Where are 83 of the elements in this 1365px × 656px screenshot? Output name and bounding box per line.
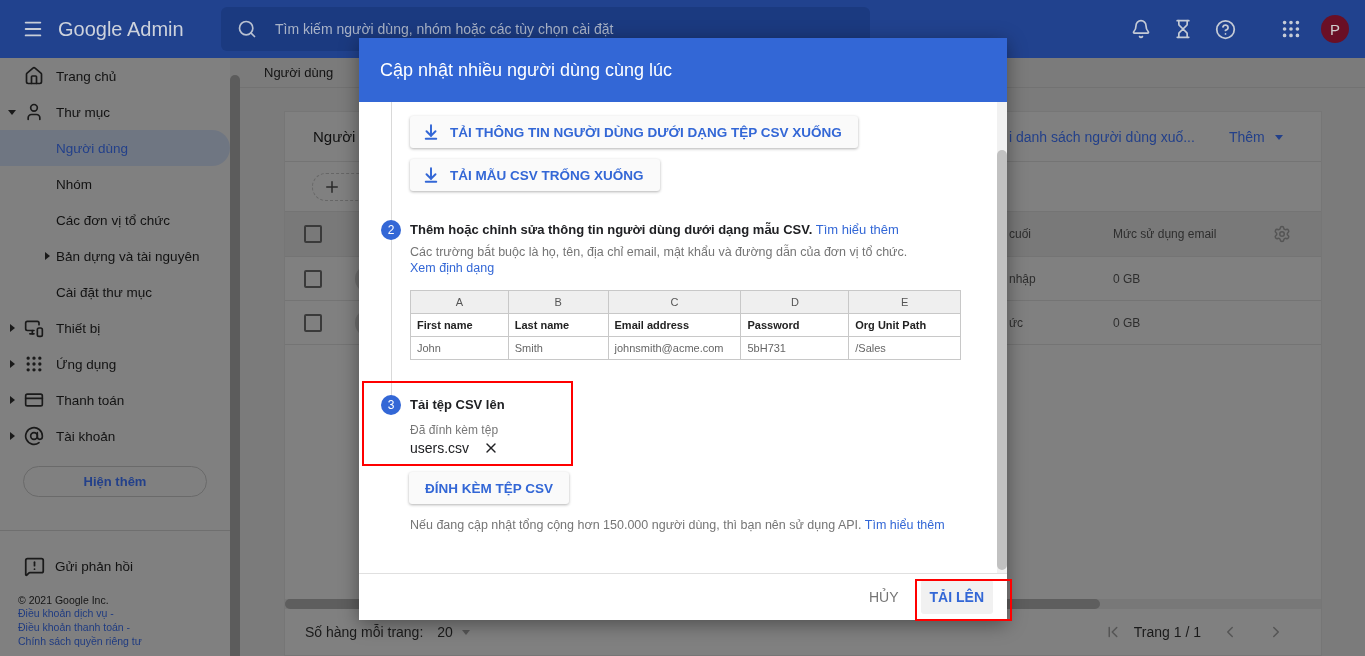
settings-icon[interactable] xyxy=(1273,225,1291,243)
step-number: 2 xyxy=(381,220,401,240)
scrollbar-thumb[interactable] xyxy=(997,150,1007,570)
table-cell: Smith xyxy=(508,336,608,360)
table-cell-text: nhập xyxy=(1009,271,1037,286)
column-letter: E xyxy=(848,290,961,314)
column-letter: B xyxy=(508,290,608,314)
nav-item[interactable]: Cài đặt thư mục xyxy=(0,274,230,310)
table-cell: 5bH731 xyxy=(740,336,849,360)
table-cell-text: 0 GB xyxy=(1113,271,1142,286)
attach-button[interactable]: ĐÍNH KÈM TỆP CSV xyxy=(409,472,570,504)
download-list-link[interactable]: i danh sách người dùng xuố... xyxy=(1009,128,1195,145)
nav-item[interactable]: Nhóm xyxy=(0,166,230,202)
table-cell: johnsmith@acme.com xyxy=(608,336,741,360)
person-icon xyxy=(24,102,44,122)
step-number: 3 xyxy=(381,395,401,415)
nav-item[interactable]: Tài khoản xyxy=(0,418,230,454)
table-cell-text: ức xyxy=(1009,315,1025,330)
table-cell: Last name xyxy=(508,313,608,337)
nav-item[interactable]: Trang chủ xyxy=(0,58,230,94)
devices-icon xyxy=(24,318,44,338)
app-name: Google Admin xyxy=(58,17,185,41)
table-cell-text: 0 GB xyxy=(1113,315,1142,330)
step-title: Tải tệp CSV lên xyxy=(410,396,506,414)
column-letter: D xyxy=(740,290,849,314)
file-name: users.csv xyxy=(410,440,470,456)
footer-link[interactable]: Điều khoản dịch vụ xyxy=(18,607,108,619)
column-header: Mức sử dụng email xyxy=(1113,227,1218,241)
download-button[interactable]: TẢI MẪU CSV TRỐNG XUỐNG xyxy=(410,159,660,191)
nav-item[interactable]: Các đơn vị tổ chức xyxy=(0,202,230,238)
hourglass-icon[interactable] xyxy=(1173,19,1193,39)
apps-grid-icon[interactable] xyxy=(1280,18,1302,40)
search-icon xyxy=(237,19,257,39)
table-cell: Org Unit Path xyxy=(848,313,961,337)
table-cell: Email address xyxy=(608,313,741,337)
at-sign-icon xyxy=(24,426,44,446)
checkbox[interactable] xyxy=(304,269,322,288)
checkbox[interactable] xyxy=(304,225,322,243)
step-hint: Các trường bắt buộc là họ, tên, địa chỉ email, mật khẩu và đường dẫn của đơn vị tổ chức. Xem định dạng xyxy=(410,244,909,276)
help-icon[interactable] xyxy=(1215,18,1236,40)
download-icon xyxy=(422,166,440,184)
cancel-button[interactable]: HỦY xyxy=(863,581,905,613)
download-icon xyxy=(422,123,440,141)
rows-per-page-label: Số hàng mỗi trang: xyxy=(305,624,424,640)
scrollbar-thumb[interactable] xyxy=(230,75,240,656)
footer-link[interactable]: Điều khoản thanh toán xyxy=(18,621,124,633)
nav-item[interactable]: Thư mục xyxy=(0,94,230,130)
dialog-title: Cập nhật nhiều người dùng cùng lúc xyxy=(380,59,673,81)
avatar[interactable]: P xyxy=(1321,15,1349,43)
checkbox[interactable] xyxy=(304,313,322,332)
search-field[interactable]: Tìm kiếm người dùng, nhóm hoặc các tùy chọn cài đặt xyxy=(273,20,870,38)
card-icon xyxy=(24,390,44,410)
feedback-link[interactable]: Gửi phản hồi xyxy=(0,548,230,584)
caret-down-icon xyxy=(460,627,471,637)
learn-more-link[interactable]: Tìm hiểu thêm xyxy=(864,518,945,532)
breadcrumb: Người dùng xyxy=(264,65,334,80)
attached-label: Đã đính kèm tệp xyxy=(410,423,500,437)
table-cell: /Sales xyxy=(848,336,961,360)
more-menu[interactable]: Thêm xyxy=(1228,128,1284,145)
nav-item[interactable]: Thiết bị xyxy=(0,310,230,346)
nav-item[interactable]: Ứng dụng xyxy=(0,346,230,382)
footer-link[interactable]: Chính sách quyền riêng tư xyxy=(18,635,142,647)
view-format-link[interactable]: Xem định dạng xyxy=(410,261,495,275)
nav-item[interactable]: Bản dựng và tài nguyên xyxy=(0,238,230,274)
learn-more-link[interactable]: Tìm hiểu thêm xyxy=(815,222,899,237)
page-label: Trang 1 / 1 xyxy=(1133,624,1201,640)
download-button[interactable]: TẢI THÔNG TIN NGƯỜI DÙNG DƯỚI DẠNG TỆP CSV XUỐNG xyxy=(410,116,858,148)
home-icon xyxy=(24,66,44,86)
column-header: cuối xyxy=(1009,227,1032,241)
table-cell: First name xyxy=(410,313,509,337)
bell-icon[interactable] xyxy=(1131,19,1151,39)
rows-per-page-select[interactable]: 20 xyxy=(437,624,471,640)
column-letter: A xyxy=(410,290,509,314)
legal-links: Điều khoản dịch vụ - Điều khoản thanh toán - Chính sách quyền riêng tư xyxy=(17,606,143,648)
dot-grid-icon xyxy=(24,354,44,374)
table-cell: Password xyxy=(740,313,849,337)
column-letter: C xyxy=(608,290,741,314)
card-title: Người xyxy=(313,128,356,145)
feedback-icon xyxy=(24,555,45,577)
table-cell: John xyxy=(410,336,509,360)
nav-item[interactable]: Thanh toán xyxy=(0,382,230,418)
upload-button[interactable]: TẢI LÊN xyxy=(920,580,993,614)
copyright-text: © 2021 Google Inc. xyxy=(17,594,110,606)
